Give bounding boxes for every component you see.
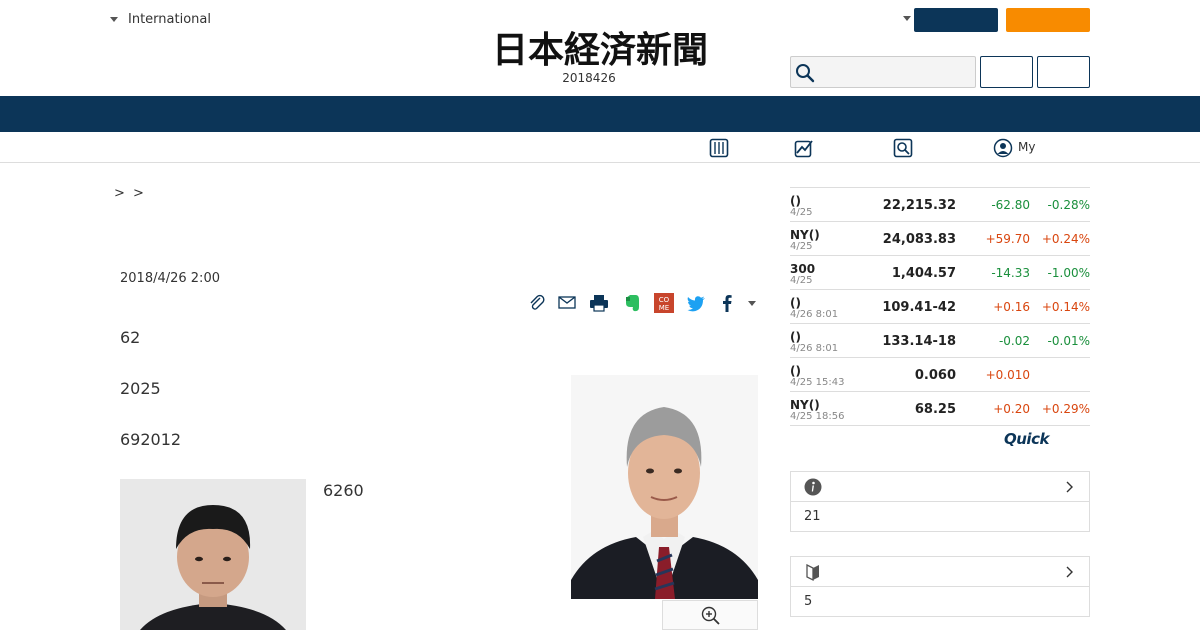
site-header: International 日本経済新聞 2018426 (0, 0, 1200, 96)
come-icon[interactable]: CO ME (653, 292, 675, 314)
market-date: 4/26 8:01 (790, 309, 839, 320)
article-paragraph: 692012 (120, 430, 182, 449)
search-tool-icon[interactable] (893, 138, 913, 158)
issue-date: 2018426 (562, 71, 616, 85)
caret-down-icon (110, 17, 118, 22)
market-value: 133.14-18 (882, 334, 956, 349)
market-value: 24,083.83 (882, 232, 956, 247)
search-input[interactable] (790, 56, 976, 88)
published-date: 2018/4/26 2:00 (120, 271, 220, 286)
market-value: 1,404.57 (891, 266, 956, 281)
article-paragraph: 62 (120, 328, 141, 347)
caret-down-icon[interactable] (903, 16, 911, 21)
executive-photo[interactable] (571, 375, 758, 599)
market-percent: +0.14% (1041, 300, 1090, 314)
beginner-box-text: 5 (804, 594, 813, 609)
market-name: NY() (790, 398, 820, 412)
market-row[interactable]: () 4/26 8:01 133.14-18 -0.02 -0.01% (790, 324, 1090, 358)
share-more-caret-icon[interactable] (748, 301, 756, 306)
beginner-box[interactable]: 5 (790, 556, 1090, 617)
beginner-mark-icon (806, 563, 819, 582)
market-date: 4/26 8:01 (790, 343, 839, 354)
nikkei-logo[interactable]: 日本経済新聞 (450, 26, 750, 70)
market-data-table: () 4/25 22,215.32 -62.80 -0.28% NY() 4/2… (790, 187, 1090, 426)
info-box-header[interactable] (791, 472, 1089, 502)
paperclip-icon[interactable] (526, 292, 548, 314)
market-percent: -0.28% (1047, 198, 1090, 212)
market-row[interactable]: NY() 4/25 24,083.83 +59.70 +0.24% (790, 222, 1090, 256)
svg-text:CO: CO (659, 296, 670, 304)
my-nikkei-label[interactable]: My (1018, 140, 1035, 154)
portrait-image (571, 375, 758, 599)
market-date: 4/25 (790, 207, 813, 218)
print-icon[interactable] (588, 292, 610, 314)
chevron-right-icon (1066, 566, 1073, 578)
newspaper-icon[interactable] (709, 138, 729, 158)
info-box-text: 21 (804, 509, 821, 524)
market-name: () (790, 330, 801, 344)
search-options-button[interactable] (1037, 56, 1090, 88)
article-paragraph: 2025 (120, 379, 161, 398)
market-name: () (790, 194, 801, 208)
subscribe-button[interactable] (1006, 8, 1090, 32)
market-change: +0.010 (985, 368, 1030, 382)
market-name: () (790, 296, 801, 310)
market-date: 4/25 15:43 (790, 377, 845, 388)
edition-label: International (128, 12, 211, 27)
quick-logo[interactable]: Quick (1004, 430, 1049, 448)
main-navigation-bar (0, 96, 1200, 132)
market-name: NY() (790, 228, 820, 242)
person-photo[interactable] (120, 479, 306, 630)
info-icon (804, 478, 822, 496)
market-row[interactable]: NY() 4/25 18:56 68.25 +0.20 +0.29% (790, 392, 1090, 426)
login-button[interactable] (914, 8, 998, 32)
market-percent: +0.24% (1041, 232, 1090, 246)
evernote-icon[interactable] (621, 292, 643, 314)
market-row[interactable]: () 4/26 8:01 109.41-42 +0.16 +0.14% (790, 290, 1090, 324)
market-percent: +0.29% (1041, 402, 1090, 416)
market-value: 22,215.32 (882, 198, 956, 213)
zoom-image-button[interactable] (662, 600, 758, 630)
twitter-icon[interactable] (685, 292, 707, 314)
facebook-icon[interactable] (716, 292, 738, 314)
user-icon[interactable] (993, 138, 1013, 158)
market-date: 4/25 (790, 241, 813, 252)
market-change: -0.02 (998, 334, 1030, 348)
market-percent: -1.00% (1047, 266, 1090, 280)
market-name: () (790, 364, 801, 378)
search-button[interactable] (980, 56, 1033, 88)
portrait-image (120, 479, 306, 630)
market-chart-icon[interactable] (794, 138, 814, 158)
market-row[interactable]: () 4/25 22,215.32 -62.80 -0.28% (790, 188, 1090, 222)
mail-icon[interactable] (556, 292, 578, 314)
market-name: 300 (790, 262, 816, 276)
svg-text:ME: ME (659, 304, 669, 312)
market-row[interactable]: () 4/25 15:43 0.060 +0.010 (790, 358, 1090, 392)
market-change: -62.80 (991, 198, 1030, 212)
article-paragraph: 6260 (323, 481, 364, 500)
market-value: 109.41-42 (882, 300, 956, 315)
info-box[interactable]: 21 (790, 471, 1090, 532)
breadcrumb[interactable]: > > (114, 186, 146, 201)
market-percent: -0.01% (1047, 334, 1090, 348)
market-value: 68.25 (914, 402, 956, 417)
beginner-box-header[interactable] (791, 557, 1089, 587)
market-date: 4/25 18:56 (790, 411, 845, 422)
search-icon (796, 64, 815, 83)
market-value: 0.060 (914, 368, 956, 383)
zoom-in-icon (701, 606, 720, 625)
market-change: +59.70 (985, 232, 1030, 246)
edition-selector[interactable]: International (110, 12, 211, 27)
market-change: +0.20 (993, 402, 1030, 416)
market-change: +0.16 (993, 300, 1030, 314)
chevron-right-icon (1066, 481, 1073, 493)
market-row[interactable]: 300 4/25 1,404.57 -14.33 -1.00% (790, 256, 1090, 290)
logo-text: 日本経済新聞 (492, 29, 708, 70)
sub-navigation: My (0, 132, 1200, 163)
market-change: -14.33 (991, 266, 1030, 280)
market-date: 4/25 (790, 275, 813, 286)
